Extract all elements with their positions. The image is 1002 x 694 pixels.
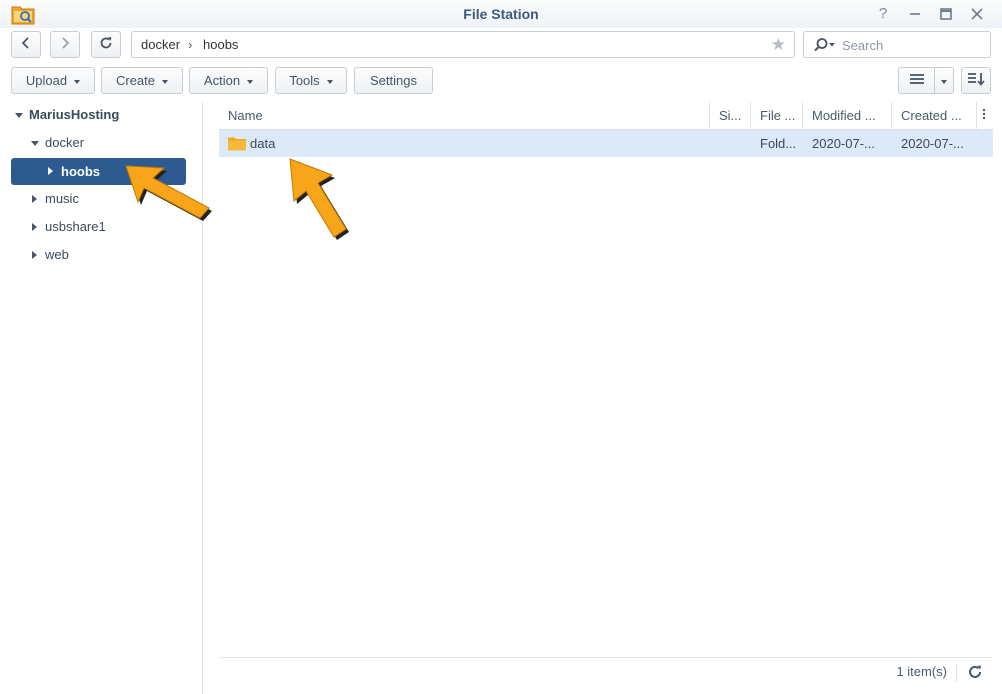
expand-right-icon[interactable] (32, 251, 37, 259)
create-button[interactable]: Create (101, 67, 183, 94)
tools-label: Tools (289, 73, 320, 88)
back-button[interactable] (11, 31, 41, 58)
chevron-left-icon (20, 36, 32, 53)
title-bar: File Station ? (0, 0, 1002, 28)
help-icon[interactable]: ? (873, 4, 893, 24)
column-header-name[interactable]: Name (219, 102, 710, 130)
expand-right-icon[interactable] (48, 167, 53, 175)
expand-down-icon[interactable] (31, 141, 39, 146)
caret-down-icon (162, 79, 169, 84)
file-size (710, 130, 751, 157)
file-created: 2020-07-... (901, 136, 964, 151)
action-button[interactable]: Action (189, 67, 268, 94)
upload-button[interactable]: Upload (11, 67, 95, 94)
star-icon[interactable]: ★ (771, 35, 786, 55)
minimize-icon[interactable] (905, 4, 925, 24)
expand-right-icon[interactable] (32, 195, 37, 203)
path-segment-docker[interactable]: docker (141, 37, 180, 52)
tree-item-label: hoobs (61, 164, 100, 179)
list-view-button[interactable] (898, 67, 935, 94)
refresh-icon[interactable] (967, 664, 983, 683)
footer-divider (956, 664, 957, 682)
tools-button[interactable]: Tools (275, 67, 347, 94)
file-modified: 2020-07-... (812, 136, 875, 151)
table-row[interactable]: data Fold... 2020-07-... 2020-07-... (219, 130, 993, 157)
upload-label: Upload (25, 73, 68, 88)
list-view-icon (909, 73, 925, 88)
maximize-icon[interactable] (936, 4, 956, 24)
caret-down-icon (247, 79, 254, 84)
annotation-arrow-icon (289, 158, 349, 240)
refresh-icon (99, 36, 113, 53)
settings-button[interactable]: Settings (354, 67, 433, 94)
status-bar: 1 item(s) (219, 657, 993, 685)
file-list-header: Name Si... File ... Modified ... Created… (219, 102, 993, 130)
column-header-created[interactable]: Created ... (892, 102, 977, 130)
file-type: Fold... (760, 136, 797, 151)
window-title: File Station (463, 6, 539, 22)
tree-item-label: docker (45, 135, 85, 150)
tree-item-label: music (45, 191, 79, 206)
close-icon[interactable] (967, 4, 987, 24)
view-dropdown-button[interactable] (934, 67, 954, 94)
search-box[interactable] (803, 31, 991, 58)
column-header-size[interactable]: Si... (710, 102, 751, 130)
tree-item-label: usbshare1 (45, 219, 106, 234)
column-options-icon[interactable] (977, 102, 993, 130)
search-input[interactable] (842, 36, 982, 54)
annotation-arrow-icon (125, 165, 212, 221)
chevron-right-icon (59, 36, 71, 53)
column-header-modified[interactable]: Modified ... (803, 102, 892, 130)
caret-down-icon (74, 79, 81, 84)
action-label: Action (203, 73, 241, 88)
sort-icon (967, 72, 985, 89)
tree-item-label: web (45, 247, 69, 262)
file-name: data (250, 136, 276, 151)
expand-right-icon[interactable] (32, 223, 37, 231)
tree-item-web[interactable]: web (30, 242, 190, 268)
caret-down-icon (941, 79, 947, 84)
tree-item-label: MariusHosting (29, 107, 120, 122)
refresh-button[interactable] (91, 31, 121, 58)
tree-item-root[interactable]: MariusHosting (14, 102, 194, 128)
path-separator-icon: › (188, 37, 193, 52)
sort-button[interactable] (961, 67, 991, 94)
column-header-type[interactable]: File ... (751, 102, 803, 130)
search-icon[interactable] (813, 37, 837, 56)
path-bar[interactable]: docker › hoobs ★ (131, 31, 795, 58)
tree-item-docker[interactable]: docker (30, 130, 190, 156)
path-segment-hoobs[interactable]: hoobs (203, 37, 238, 52)
expand-down-icon[interactable] (15, 113, 23, 118)
caret-down-icon (326, 79, 333, 84)
settings-label: Settings (370, 73, 417, 88)
forward-button[interactable] (50, 31, 80, 58)
create-label: Create (115, 73, 156, 88)
item-count: 1 item(s) (896, 664, 947, 679)
